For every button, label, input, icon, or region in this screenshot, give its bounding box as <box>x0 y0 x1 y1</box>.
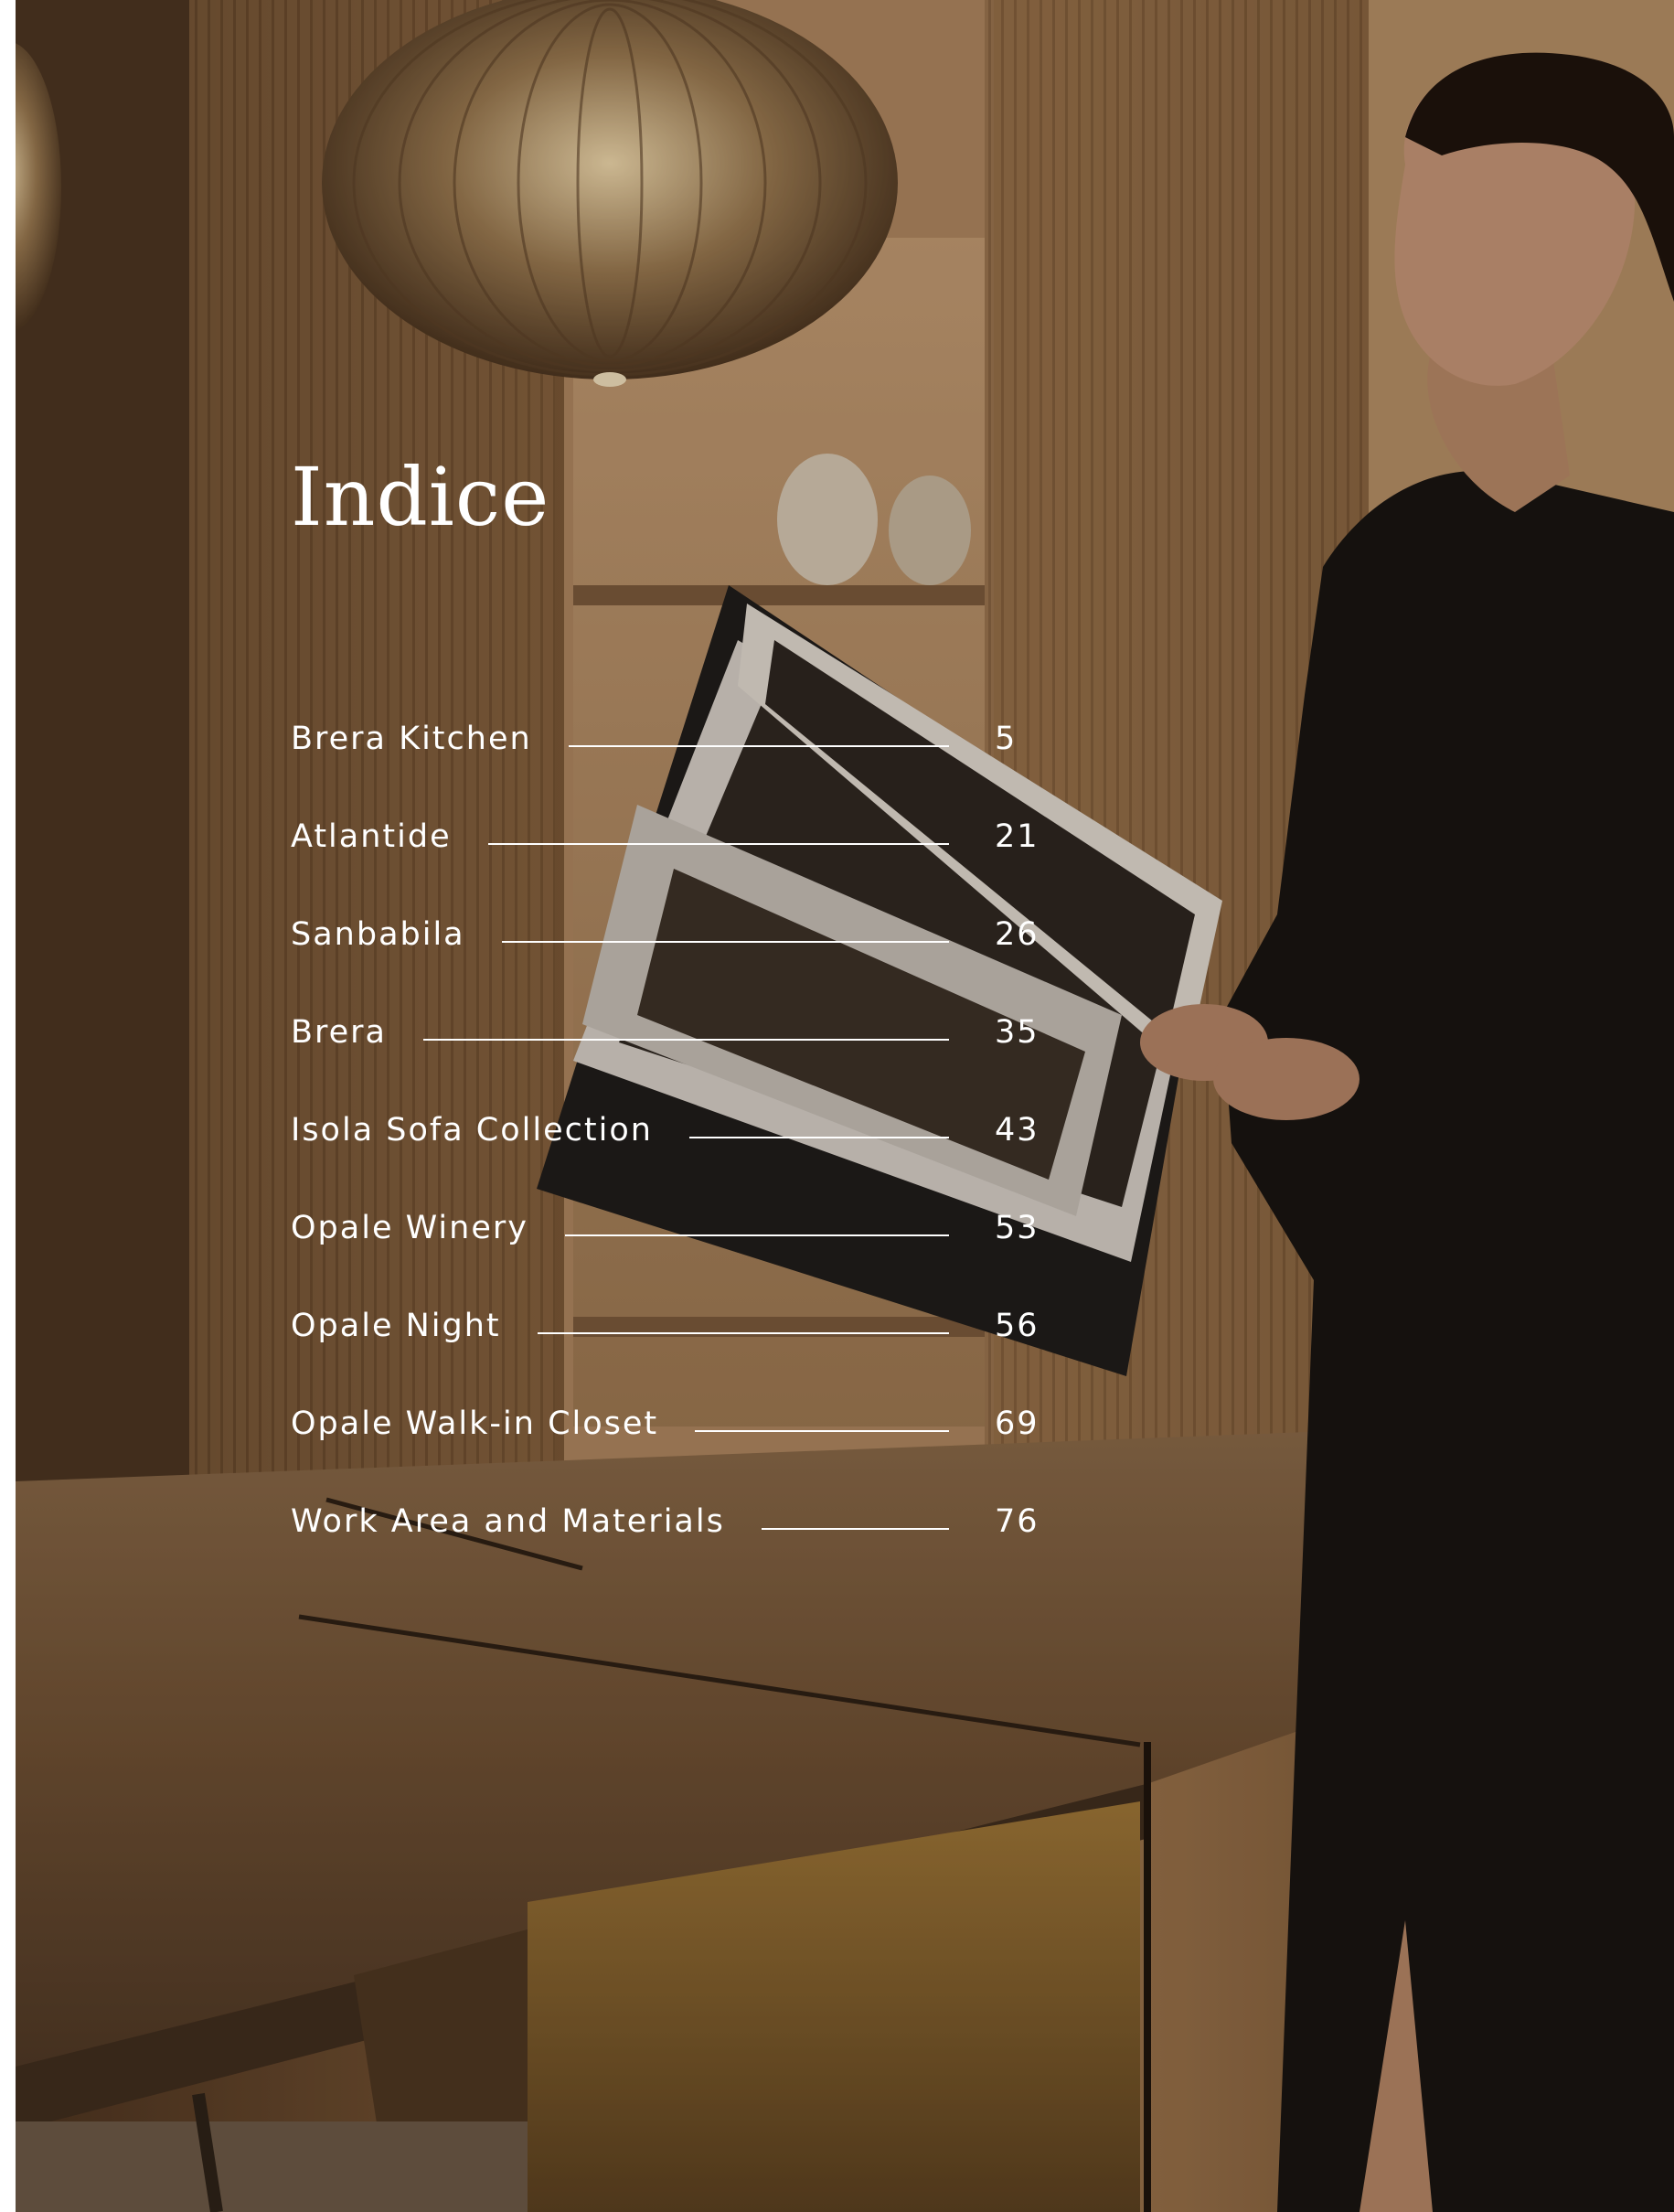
toc-entry-title: Brera Kitchen <box>291 720 532 757</box>
toc-leader-line <box>761 1527 949 1530</box>
toc-entry[interactable]: Sanbabila 26 <box>291 885 1077 983</box>
toc-page-number: 5 <box>995 720 1018 757</box>
toc-entry[interactable]: Work Area and Materials 76 <box>291 1472 1077 1570</box>
toc-page-number: 43 <box>995 1111 1040 1149</box>
toc-entry-title: Isola Sofa Collection <box>291 1111 653 1149</box>
table-of-contents: Brera Kitchen 5 Atlantide 21 Sanbabila 2… <box>291 689 1077 1570</box>
toc-entry-title: Opale Winery <box>291 1209 528 1246</box>
toc-entry-title: Opale Night <box>291 1307 501 1344</box>
toc-entry-title: Work Area and Materials <box>291 1502 725 1540</box>
toc-entry-title: Brera <box>291 1013 388 1051</box>
toc-leader-line <box>564 1234 949 1236</box>
toc-leader-line <box>501 940 949 943</box>
toc-entry-title: Opale Walk-in Closet <box>291 1405 659 1442</box>
toc-page-number: 35 <box>995 1013 1040 1051</box>
toc-leader-line <box>487 842 949 845</box>
toc-entry-title: Sanbabila <box>291 915 465 953</box>
toc-entry[interactable]: Brera 35 <box>291 983 1077 1081</box>
toc-entry[interactable]: Isola Sofa Collection 43 <box>291 1081 1077 1179</box>
toc-page-number: 21 <box>995 817 1040 855</box>
toc-leader-line <box>695 1429 949 1432</box>
catalog-index-page: Indice Brera Kitchen 5 Atlantide 21 Sanb… <box>0 0 1674 2212</box>
toc-entry[interactable]: Opale Walk-in Closet 69 <box>291 1374 1077 1472</box>
toc-leader-line <box>568 744 949 747</box>
toc-entry[interactable]: Brera Kitchen 5 <box>291 689 1077 787</box>
toc-leader-line <box>537 1331 949 1334</box>
toc-entry[interactable]: Opale Night 56 <box>291 1277 1077 1374</box>
toc-page-number: 76 <box>995 1502 1040 1540</box>
toc-leader-line <box>423 1038 949 1041</box>
toc-leader-line <box>688 1136 949 1138</box>
toc-entry-title: Atlantide <box>291 817 452 855</box>
toc-page-number: 26 <box>995 915 1040 953</box>
toc-page-number: 69 <box>995 1405 1040 1442</box>
toc-entry[interactable]: Opale Winery 53 <box>291 1179 1077 1277</box>
toc-page-number: 56 <box>995 1307 1040 1344</box>
index-title: Indice <box>291 450 550 544</box>
toc-page-number: 53 <box>995 1209 1040 1246</box>
toc-entry[interactable]: Atlantide 21 <box>291 787 1077 885</box>
